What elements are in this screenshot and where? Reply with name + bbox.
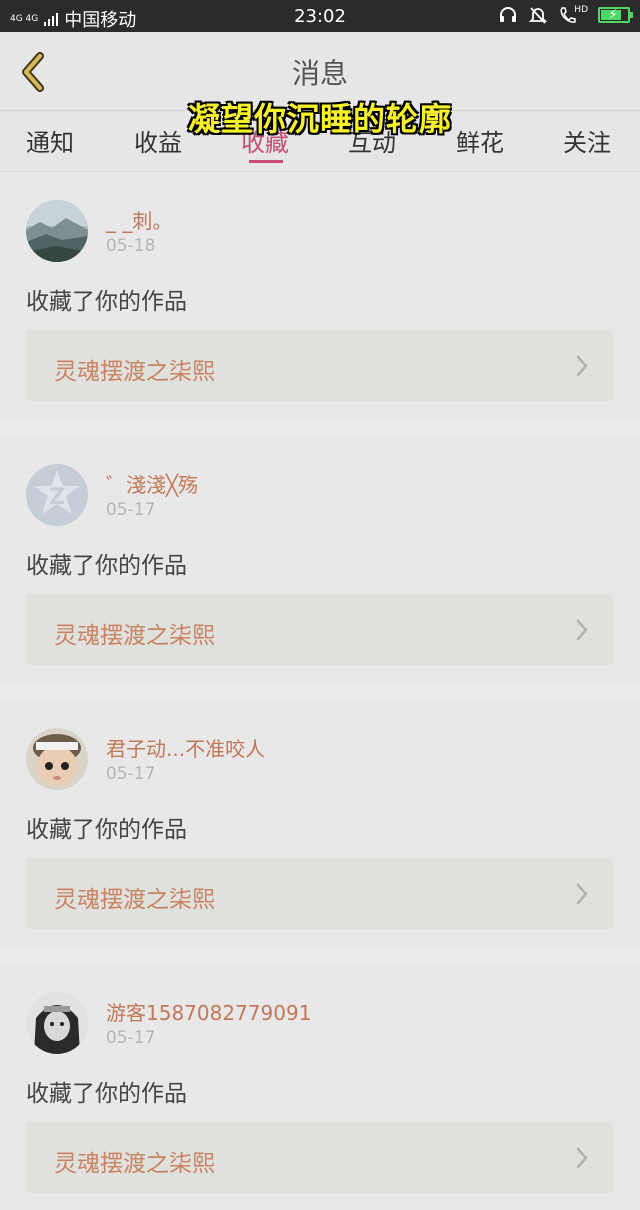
charging-bolt-icon: ⚡ [608, 7, 618, 23]
status-right: HD ⚡ [498, 5, 633, 25]
message-card: Z ゛淺淺╳殇 05-17 收藏了你的作品 灵魂摆渡之柒熙 [0, 436, 640, 682]
message-card: 游客1587082779091 05-17 收藏了你的作品 灵魂摆渡之柒熙 [0, 964, 640, 1210]
work-link[interactable]: 灵魂摆渡之柒熙 [26, 594, 613, 665]
landscape-avatar-image [26, 200, 88, 262]
active-tab-indicator [249, 160, 283, 163]
user-name[interactable]: 游客1587082779091 [106, 997, 311, 1026]
work-link[interactable]: 灵魂摆渡之柒熙 [26, 858, 613, 929]
work-title: 灵魂摆渡之柒熙 [54, 887, 215, 913]
page-title: 消息 [291, 57, 348, 90]
character-avatar-image [26, 992, 88, 1054]
hd-label: HD [574, 5, 588, 15]
message-date: 05-17 [106, 500, 156, 520]
work-title: 灵魂摆渡之柒熙 [54, 1151, 215, 1177]
work-title: 灵魂摆渡之柒熙 [54, 623, 215, 649]
hd-call-icon: HD [558, 5, 588, 25]
avatar[interactable]: Z [26, 464, 88, 526]
battery-charging-icon: ⚡ [598, 7, 633, 23]
avatar[interactable] [26, 200, 88, 262]
message-text: 收藏了你的作品 [26, 1081, 187, 1107]
chevron-right-icon [576, 355, 588, 377]
video-caption-overlay: 凝望你沉睡的轮廓 [187, 100, 452, 138]
chevron-right-icon [576, 619, 588, 641]
work-title: 灵魂摆渡之柒熙 [54, 359, 215, 385]
message-date: 05-17 [106, 764, 156, 784]
message-card: _ _刺。 05-18 收藏了你的作品 灵魂摆渡之柒熙 [0, 172, 640, 418]
headset-icon [500, 7, 517, 22]
status-bar: 4G 4G 中国移动 23:02 HD ⚡ [0, 0, 640, 32]
avatar[interactable] [26, 992, 88, 1054]
avatar[interactable] [26, 728, 88, 790]
bell-muted-icon [529, 7, 548, 24]
message-text: 收藏了你的作品 [26, 289, 187, 315]
work-link[interactable]: 灵魂摆渡之柒熙 [26, 330, 613, 401]
message-date: 05-18 [106, 236, 156, 256]
doll-avatar-image [26, 728, 88, 790]
chevron-right-icon [576, 1147, 588, 1169]
user-name[interactable]: _ _刺。 [106, 205, 172, 234]
default-avatar-image: Z [26, 464, 88, 526]
message-text: 收藏了你的作品 [26, 817, 187, 843]
user-name[interactable]: ゛淺淺╳殇 [106, 469, 198, 498]
message-card: 君子动...不准咬人 05-17 收藏了你的作品 灵魂摆渡之柒熙 [0, 700, 640, 946]
chevron-right-icon [576, 883, 588, 905]
message-date: 05-17 [106, 1028, 156, 1048]
message-text: 收藏了你的作品 [26, 553, 187, 579]
svg-text:Z: Z [49, 485, 65, 510]
user-name[interactable]: 君子动...不准咬人 [106, 733, 265, 762]
work-link[interactable]: 灵魂摆渡之柒熙 [26, 1122, 613, 1193]
